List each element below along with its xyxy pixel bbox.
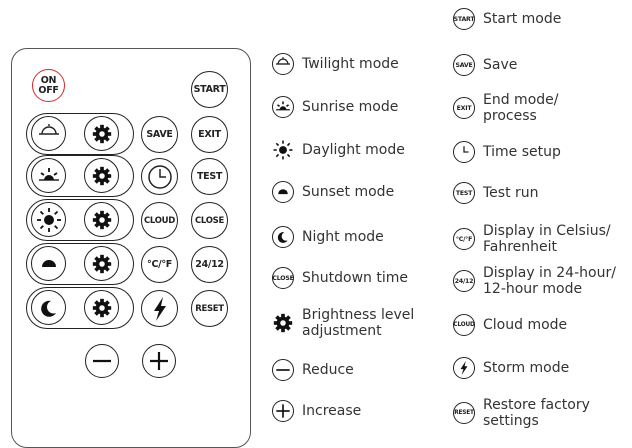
night-brightness-button[interactable] — [84, 290, 119, 325]
legend-item-cloud: CLOUD Cloud mode — [453, 314, 567, 336]
reduce-button[interactable] — [85, 344, 119, 378]
clock-icon — [463, 146, 469, 153]
legend-item-reset: RESET Restore factory settings — [453, 397, 590, 429]
minus-icon — [276, 369, 290, 371]
minus-icon — [93, 359, 111, 363]
lightning-icon — [153, 296, 166, 321]
start-button[interactable]: START — [191, 71, 228, 108]
legend-text: End mode/ process — [483, 92, 559, 124]
twilight-icon — [38, 123, 59, 135]
sunset-brightness-button[interactable] — [84, 246, 119, 281]
sunset-icon — [41, 259, 56, 267]
reset-icon: RESET — [453, 402, 475, 424]
cloud-icon: CLOUD — [453, 314, 475, 336]
sunrise-mode-button[interactable] — [31, 158, 66, 193]
sunrise-icon — [276, 101, 290, 111]
time-setup-button[interactable] — [141, 158, 178, 195]
legend-text: Daylight mode — [302, 142, 405, 158]
legend-item-test: TEST Test run — [453, 182, 539, 204]
gear-icon — [92, 210, 111, 229]
legend-text: Start mode — [483, 11, 562, 27]
twilight-mode-button[interactable] — [31, 116, 66, 151]
celsius-fahrenheit-button[interactable]: °C/°F — [141, 246, 178, 283]
legend-item-save: SAVE Save — [453, 54, 517, 76]
sunrise-brightness-button[interactable] — [84, 158, 119, 193]
on-off-button[interactable]: ON OFF — [32, 69, 65, 102]
twilight-icon — [276, 57, 290, 65]
daylight-mode-button[interactable] — [31, 202, 66, 237]
close-icon: CLOSE — [272, 267, 294, 289]
legend-item-hour-format: 24/12 Display in 24-hour/ 12-hour mode — [453, 265, 616, 297]
start-icon: START — [453, 8, 475, 30]
legend-item-twilight: Twilight mode — [272, 53, 399, 75]
legend-text: Test run — [483, 185, 539, 201]
twilight-brightness-button[interactable] — [84, 116, 119, 151]
save-icon: SAVE — [453, 54, 475, 76]
hour-format-icon: 24/12 — [453, 270, 475, 292]
legend-text: Display in Celsius/ Fahrenheit — [483, 223, 611, 255]
legend-text: Storm mode — [483, 360, 570, 376]
night-icon — [277, 232, 288, 243]
exit-icon: EXIT — [453, 97, 475, 119]
daylight-icon — [273, 140, 293, 160]
plus-icon — [150, 352, 168, 370]
legend-item-sunset: Sunset mode — [272, 181, 394, 203]
daylight-icon — [36, 207, 61, 232]
storm-mode-button[interactable] — [141, 290, 178, 327]
legend-text: Time setup — [483, 144, 561, 160]
legend-text: Twilight mode — [302, 56, 399, 72]
celsius-icon: °C/°F — [453, 228, 475, 250]
legend-item-night: Night mode — [272, 226, 384, 248]
legend-item-sunrise: Sunrise mode — [272, 96, 398, 118]
legend-text: Shutdown time — [302, 270, 408, 286]
cloud-button[interactable]: CLOUD — [141, 202, 178, 239]
legend-text: Restore factory settings — [483, 397, 590, 429]
close-button[interactable]: CLOSE — [191, 202, 228, 239]
lightning-icon — [460, 361, 468, 375]
legend-item-increase: Increase — [272, 400, 361, 422]
plus-icon — [276, 404, 290, 418]
sunrise-icon — [38, 167, 59, 181]
gear-icon — [92, 298, 111, 317]
legend-item-shutdown: CLOSE Shutdown time — [272, 267, 408, 289]
hour-format-button[interactable]: 24/12 — [191, 246, 228, 283]
gear-icon — [92, 124, 111, 143]
gear-icon — [92, 254, 111, 273]
legend-text: Increase — [302, 403, 362, 419]
night-icon — [40, 300, 56, 317]
save-button[interactable]: SAVE — [141, 116, 178, 153]
legend-item-exit: EXIT End mode/ process — [453, 92, 558, 124]
legend-text: Brightness level adjustment — [302, 307, 415, 339]
legend-item-reduce: Reduce — [272, 359, 354, 381]
gear-icon — [92, 166, 111, 185]
legend-text: Sunrise mode — [302, 99, 399, 115]
daylight-brightness-button[interactable] — [84, 202, 119, 237]
exit-button[interactable]: EXIT — [191, 116, 228, 153]
legend-text: Night mode — [302, 229, 384, 245]
sunset-icon — [278, 189, 288, 195]
sunset-mode-button[interactable] — [31, 246, 66, 281]
legend-item-daylight: Daylight mode — [272, 139, 405, 161]
legend-text: Cloud mode — [483, 317, 568, 333]
legend-item-storm: Storm mode — [453, 357, 569, 379]
test-button[interactable]: TEST — [191, 158, 228, 195]
legend-text: Sunset mode — [302, 184, 395, 200]
reset-button[interactable]: RESET — [191, 290, 228, 327]
gear-icon — [273, 313, 293, 333]
test-icon: TEST — [453, 182, 475, 204]
clock-icon — [147, 164, 172, 189]
legend-item-brightness: Brightness level adjustment — [272, 307, 414, 339]
remote-control: ON OFF START SAVE EXIT TEST CLOUD CLOSE … — [11, 48, 251, 448]
legend-text: Save — [483, 57, 518, 73]
night-mode-button[interactable] — [31, 290, 66, 325]
legend-text: Reduce — [302, 362, 354, 378]
legend-item-start: START Start mode — [453, 8, 561, 30]
legend-text: Display in 24-hour/ 12-hour mode — [483, 265, 616, 297]
legend-item-time-setup: Time setup — [453, 141, 561, 163]
legend-item-celsius: °C/°F Display in Celsius/ Fahrenheit — [453, 223, 611, 255]
increase-button[interactable] — [142, 344, 176, 378]
